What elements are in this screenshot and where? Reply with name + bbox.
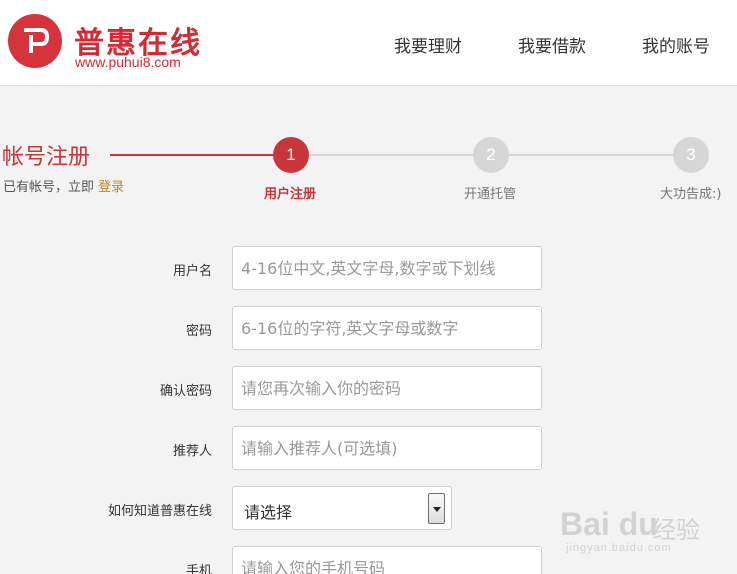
confirm-password-input[interactable]: [232, 366, 542, 410]
source-label: 如何知道普惠在线: [107, 504, 212, 519]
referrer-label: 推荐人: [172, 444, 212, 459]
phone-input[interactable]: [232, 546, 542, 574]
logo-url: www.puhui8.com: [75, 54, 181, 70]
username-label: 用户名: [172, 264, 212, 279]
login-hint: 已有帐号，立即 登录: [3, 176, 124, 195]
source-select[interactable]: 请选择: [232, 486, 452, 530]
nav-invest[interactable]: 我要理财: [394, 32, 462, 57]
watermark-brand: Bai du: [560, 506, 658, 542]
confirm-password-label: 确认密码: [159, 384, 212, 399]
site-logo[interactable]: 普惠在线 www.puhui8.com: [8, 12, 208, 74]
step-connector-1: [309, 154, 475, 156]
page-title: 帐号注册: [2, 145, 91, 170]
step-3-circle: 3: [673, 137, 709, 173]
step-connector-2: [509, 154, 675, 156]
nav-my-account[interactable]: 我的账号: [642, 32, 710, 57]
has-account-text: 已有帐号，立即: [3, 180, 95, 195]
step-1-label: 用户注册: [264, 187, 317, 202]
dropdown-arrow-icon[interactable]: [428, 493, 445, 524]
step-2-circle: 2: [473, 137, 509, 173]
nav-borrow[interactable]: 我要借款: [518, 32, 586, 57]
source-select-value: 请选择: [244, 503, 293, 522]
watermark-url: jingyan.baidu.com: [566, 542, 672, 554]
step-3-label: 大功告成:): [660, 187, 722, 202]
step-2-label: 开通托管: [464, 187, 517, 202]
login-link[interactable]: 登录: [98, 180, 124, 195]
password-label: 密码: [185, 324, 212, 339]
password-input[interactable]: [232, 306, 542, 350]
logo-mark-icon: [8, 14, 62, 68]
baidu-jingyan-watermark: Bai du 经验 jingyan.baidu.com: [560, 490, 730, 556]
phone-label: 手机: [185, 564, 212, 574]
site-header: 普惠在线 www.puhui8.com 我要理财 我要借款 我的账号: [0, 0, 737, 86]
watermark-cn: 经验: [652, 516, 700, 544]
logo-glyph-icon: [24, 28, 49, 53]
referrer-input[interactable]: [232, 426, 542, 470]
title-divider: [110, 154, 274, 156]
username-input[interactable]: [232, 246, 542, 290]
step-1-circle: 1: [273, 137, 309, 173]
